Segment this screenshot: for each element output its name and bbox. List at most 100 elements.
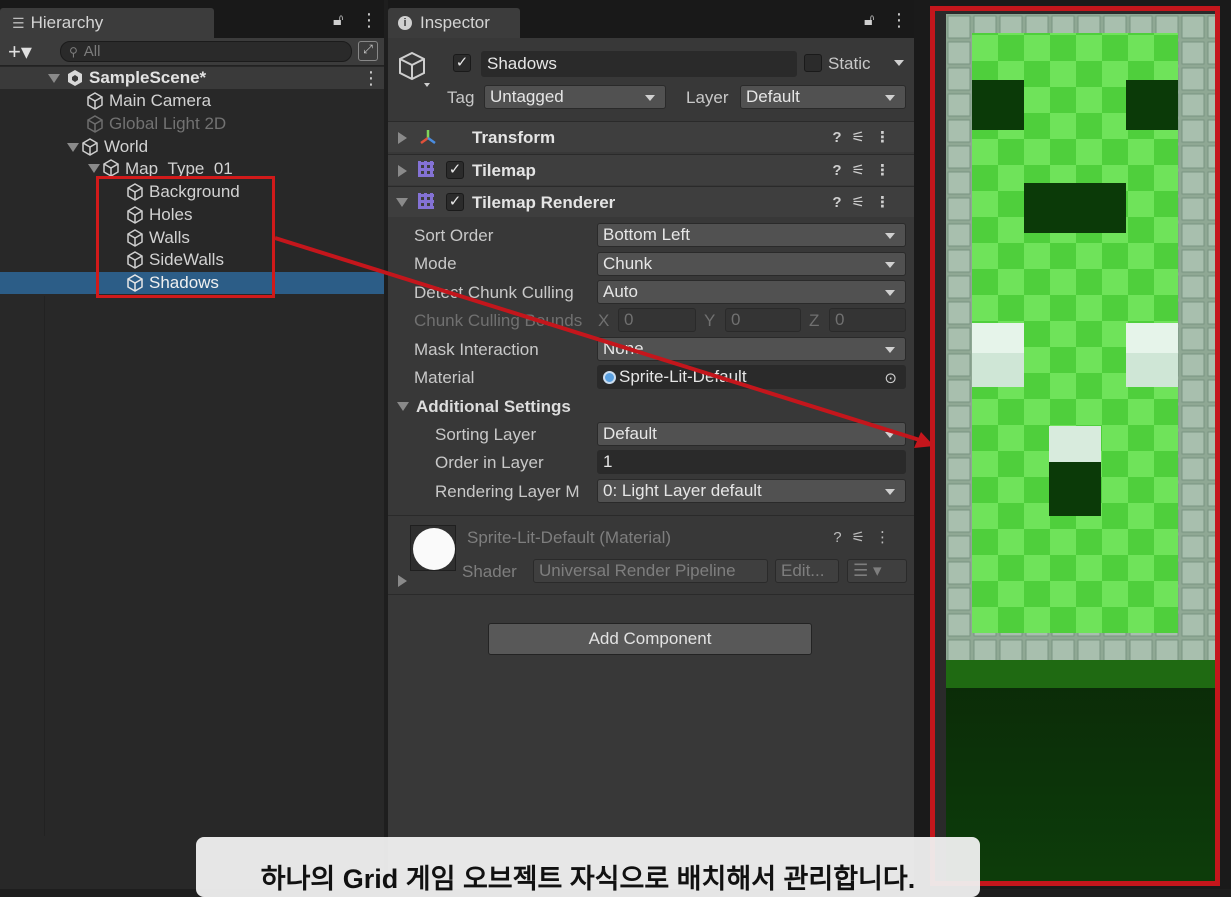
static-dropdown-icon[interactable] bbox=[894, 60, 904, 66]
lock-icon[interactable]: 🔓︎ bbox=[864, 12, 874, 30]
sorting-layer-label: Sorting Layer bbox=[435, 425, 537, 444]
mask-interaction-label: Mask Interaction bbox=[414, 340, 539, 359]
chunk-culling-bounds-label: Chunk Culling Bounds bbox=[414, 311, 583, 330]
inspector-panel: i Inspector 🔓︎ ⋮ ✓ Shadows Static Tag Un… bbox=[388, 0, 914, 889]
sorting-layer-dropdown[interactable]: Default bbox=[597, 422, 906, 446]
z-label: Z bbox=[809, 311, 820, 330]
tilemap-renderer-header[interactable]: ✓ Tilemap Renderer ?⚟⋮ bbox=[388, 186, 914, 217]
rendering-layer-label: Rendering Layer M bbox=[435, 482, 580, 501]
hierarchy-row-main-camera[interactable]: Main Camera bbox=[0, 90, 384, 112]
bounds-x-field[interactable]: 0 bbox=[618, 308, 696, 332]
tilemap-enabled-checkbox[interactable]: ✓ bbox=[446, 161, 464, 179]
shader-dropdown[interactable]: Universal Render Pipeline bbox=[533, 559, 768, 583]
material-header-icons[interactable]: ?⚟⋮ bbox=[833, 528, 900, 546]
material-block-title: Sprite-Lit-Default (Material) bbox=[467, 528, 672, 547]
gameobject-cube-icon bbox=[87, 92, 103, 110]
expand-arrow-icon[interactable] bbox=[88, 164, 100, 173]
rendering-layer-dropdown[interactable]: 0: Light Layer default bbox=[597, 479, 906, 503]
shader-value: Universal Render Pipeline bbox=[539, 561, 736, 580]
foldout-arrow-icon[interactable] bbox=[398, 132, 407, 144]
scene-more-icon[interactable]: ⋮ bbox=[362, 68, 380, 89]
mask-interaction-dropdown[interactable]: None bbox=[597, 337, 906, 361]
transform-title: Transform bbox=[472, 128, 556, 147]
hierarchy-row-global-light[interactable]: Global Light 2D bbox=[0, 113, 384, 135]
hierarchy-tabbar: ☰ Hierarchy 🔓︎ ⋮ bbox=[0, 0, 384, 38]
tab-hierarchy[interactable]: ☰ Hierarchy bbox=[0, 8, 214, 38]
detect-chunk-culling-label: Detect Chunk Culling bbox=[414, 283, 574, 302]
active-checkbox[interactable]: ✓ bbox=[453, 54, 471, 72]
tilemap-grid-icon bbox=[418, 161, 434, 177]
component-header-icons[interactable]: ?⚟⋮ bbox=[832, 161, 900, 179]
hierarchy-tab-title: Hierarchy bbox=[30, 13, 104, 32]
scene-visibility-icon[interactable]: ⤢ bbox=[358, 41, 378, 61]
gameobject-cube-icon bbox=[82, 138, 98, 156]
y-value: 0 bbox=[731, 310, 741, 329]
static-checkbox[interactable] bbox=[804, 54, 822, 72]
edit-label: Edit... bbox=[781, 561, 825, 580]
tilemap-renderer-icon bbox=[418, 193, 434, 209]
hierarchy-row-scene[interactable]: SampleScene* ⋮ bbox=[0, 67, 384, 89]
expand-arrow-icon[interactable] bbox=[67, 142, 79, 152]
component-header-icons[interactable]: ?⚟⋮ bbox=[832, 128, 900, 146]
y-label: Y bbox=[704, 311, 716, 330]
highlight-box bbox=[930, 6, 1220, 886]
mode-dropdown[interactable]: Chunk bbox=[597, 252, 906, 276]
mode-label: Mode bbox=[414, 254, 457, 273]
order-value: 1 bbox=[603, 452, 613, 471]
foldout-arrow-icon[interactable] bbox=[396, 198, 408, 207]
subtitle-caption: 하나의 Grid 게임 오브젝트 자식으로 배치해서 관리합니다. bbox=[196, 837, 980, 897]
x-value: 0 bbox=[624, 310, 634, 329]
gameobject-cube-icon bbox=[87, 115, 103, 133]
more-menu-icon[interactable]: ⋮ bbox=[890, 10, 908, 31]
edit-shader-button[interactable]: Edit... bbox=[775, 559, 839, 583]
caption-text: 하나의 Grid 게임 오브젝트 자식으로 배치해서 관리합니다. bbox=[260, 864, 916, 894]
component-header-icons[interactable]: ?⚟⋮ bbox=[832, 193, 900, 211]
divider bbox=[44, 296, 45, 836]
hierarchy-row-world[interactable]: World bbox=[0, 136, 384, 158]
foldout-arrow-icon[interactable] bbox=[398, 575, 407, 587]
shader-label: Shader bbox=[462, 562, 517, 581]
search-icon: ⚲ bbox=[69, 45, 78, 59]
create-plus-icon[interactable]: +▾ bbox=[8, 39, 32, 65]
gameobject-large-icon[interactable] bbox=[398, 50, 432, 90]
material-object-field[interactable]: Sprite-Lit-Default ⊙ bbox=[597, 365, 906, 389]
z-value: 0 bbox=[835, 310, 845, 329]
material-preview bbox=[410, 525, 456, 571]
x-label: X bbox=[598, 311, 610, 330]
sort-order-dropdown[interactable]: Bottom Left bbox=[597, 223, 906, 247]
order-in-layer-field[interactable]: 1 bbox=[597, 450, 906, 474]
object-name-field[interactable]: Shadows bbox=[481, 51, 797, 77]
foldout-arrow-icon[interactable] bbox=[397, 402, 409, 411]
tab-inspector[interactable]: i Inspector bbox=[388, 8, 520, 38]
renderer-enabled-checkbox[interactable]: ✓ bbox=[446, 193, 464, 211]
row-label: Main Camera bbox=[109, 91, 212, 110]
tag-dropdown[interactable]: Untagged bbox=[484, 85, 666, 109]
transform-header[interactable]: Transform ?⚟⋮ bbox=[388, 121, 914, 152]
rendering-layer-value: 0: Light Layer default bbox=[603, 481, 762, 500]
hierarchy-row-map-type[interactable]: Map_Type_01 bbox=[0, 159, 384, 177]
material-sphere-icon bbox=[603, 370, 616, 384]
tilemap-renderer-title: Tilemap Renderer bbox=[472, 193, 616, 212]
unity-scene-icon bbox=[68, 70, 82, 86]
lock-icon[interactable]: 🔓︎ bbox=[333, 12, 343, 30]
tilemap-header[interactable]: ✓ Tilemap ?⚟⋮ bbox=[388, 154, 914, 185]
search-input[interactable]: ⚲ All bbox=[60, 41, 352, 62]
bounds-y-field[interactable]: 0 bbox=[725, 308, 801, 332]
scene-view[interactable] bbox=[914, 0, 1231, 889]
hierarchy-toolbar: +▾ ⚲ All ⤢ bbox=[0, 38, 384, 66]
more-menu-icon[interactable]: ⋮ bbox=[360, 10, 378, 31]
bounds-z-field[interactable]: 0 bbox=[829, 308, 906, 332]
sorting-layer-value: Default bbox=[603, 424, 657, 443]
expand-arrow-icon[interactable] bbox=[48, 73, 60, 83]
tag-label: Tag bbox=[447, 88, 475, 107]
layer-dropdown[interactable]: Default bbox=[740, 85, 906, 109]
object-picker-icon[interactable]: ⊙ bbox=[884, 369, 897, 387]
tilemap-title: Tilemap bbox=[472, 161, 536, 180]
shader-list-menu[interactable]: ☰ ▾ bbox=[847, 559, 907, 583]
detect-chunk-culling-dropdown[interactable]: Auto bbox=[597, 280, 906, 304]
foldout-arrow-icon[interactable] bbox=[398, 165, 407, 177]
additional-settings-label[interactable]: Additional Settings bbox=[416, 397, 571, 417]
hierarchy-panel: ☰ Hierarchy 🔓︎ ⋮ +▾ ⚲ All ⤢ SampleScene* … bbox=[0, 0, 384, 889]
material-value: Sprite-Lit-Default bbox=[619, 367, 747, 386]
add-component-button[interactable]: Add Component bbox=[488, 623, 812, 655]
